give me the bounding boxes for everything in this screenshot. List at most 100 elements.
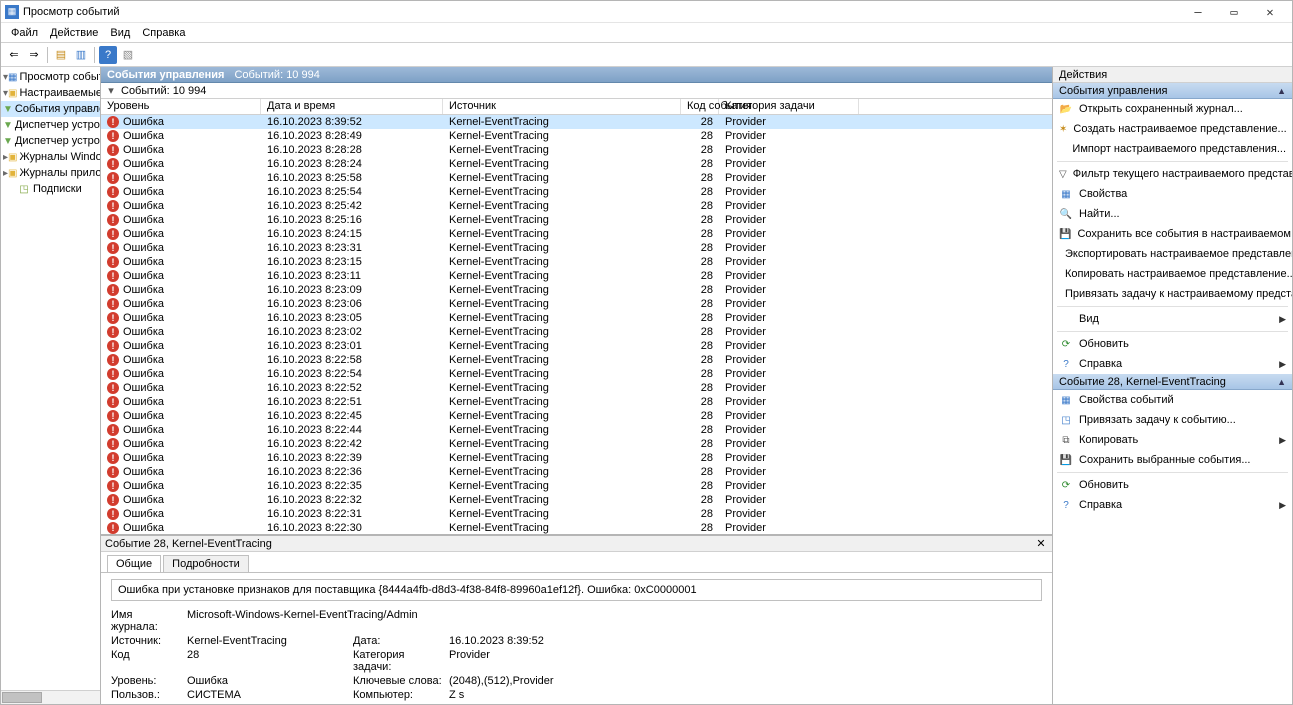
action-copy[interactable]: ⧉Копировать▶ — [1053, 430, 1292, 450]
error-icon: ! — [107, 452, 119, 464]
action-properties[interactable]: ▦Свойства — [1053, 184, 1292, 204]
action-refresh[interactable]: ⟳Обновить — [1053, 334, 1292, 354]
event-row[interactable]: !Ошибка16.10.2023 8:22:58Kernel-EventTra… — [101, 353, 1052, 367]
event-list-header[interactable]: Уровень Дата и время Источник Код событи… — [101, 99, 1052, 115]
tab-details[interactable]: Подробности — [163, 555, 249, 572]
action-help[interactable]: ?Справка▶ — [1053, 354, 1292, 374]
help-button[interactable]: ? — [99, 46, 117, 64]
collapse-icon[interactable]: ▲ — [1277, 377, 1286, 387]
error-icon: ! — [107, 144, 119, 156]
action-view-submenu[interactable]: Вид▶ — [1053, 309, 1292, 329]
error-icon: ! — [107, 466, 119, 478]
tree-windows-logs[interactable]: ▸▣Журналы Windows — [1, 149, 100, 165]
action-export-custom-view[interactable]: Экспортировать настраиваемое представлен… — [1053, 244, 1292, 264]
toolbar-separator — [94, 47, 95, 63]
event-row[interactable]: !Ошибка16.10.2023 8:22:31Kernel-EventTra… — [101, 507, 1052, 521]
action-filter-current[interactable]: ▽Фильтр текущего настраиваемого представ… — [1053, 164, 1292, 184]
tree-device-mgr1[interactable]: ▼Диспетчер устройств - — [1, 117, 100, 133]
event-row[interactable]: !Ошибка16.10.2023 8:23:31Kernel-EventTra… — [101, 241, 1052, 255]
event-row[interactable]: !Ошибка16.10.2023 8:28:24Kernel-EventTra… — [101, 157, 1052, 171]
event-row[interactable]: !Ошибка16.10.2023 8:22:44Kernel-EventTra… — [101, 423, 1052, 437]
v-level: Ошибка — [187, 675, 347, 687]
event-row[interactable]: !Ошибка16.10.2023 8:23:02Kernel-EventTra… — [101, 325, 1052, 339]
event-row[interactable]: !Ошибка16.10.2023 8:28:28Kernel-EventTra… — [101, 143, 1052, 157]
action-open-saved-log[interactable]: 📂Открыть сохраненный журнал... — [1053, 99, 1292, 119]
action-label: Импорт настраиваемого представления... — [1072, 143, 1286, 155]
action-help-event[interactable]: ?Справка▶ — [1053, 495, 1292, 515]
event-message: Ошибка при установке признаков для поста… — [111, 579, 1042, 601]
col-level[interactable]: Уровень — [101, 99, 261, 114]
event-row[interactable]: !Ошибка16.10.2023 8:25:58Kernel-EventTra… — [101, 171, 1052, 185]
close-button[interactable]: ✕ — [1252, 1, 1288, 23]
event-row[interactable]: !Ошибка16.10.2023 8:25:54Kernel-EventTra… — [101, 185, 1052, 199]
event-row[interactable]: !Ошибка16.10.2023 8:23:05Kernel-EventTra… — [101, 311, 1052, 325]
menu-view[interactable]: Вид — [104, 25, 136, 41]
submenu-arrow-icon: ▶ — [1279, 314, 1286, 325]
detail-close-button[interactable]: ✕ — [1034, 537, 1048, 551]
minimize-button[interactable]: — — [1180, 1, 1216, 23]
show-tree-button[interactable]: ▤ — [52, 46, 70, 64]
col-category[interactable]: Категория задачи — [719, 99, 859, 114]
action-import-custom-view[interactable]: Импорт настраиваемого представления... — [1053, 139, 1292, 159]
col-date[interactable]: Дата и время — [261, 99, 443, 114]
action-save-selected[interactable]: 💾Сохранить выбранные события... — [1053, 450, 1292, 470]
tree-device-mgr2[interactable]: ▼Диспетчер устройств - — [1, 133, 100, 149]
maximize-button[interactable]: ▭ — [1216, 1, 1252, 23]
tree-app-logs[interactable]: ▸▣Журналы приложений и сл — [1, 165, 100, 181]
event-row[interactable]: !Ошибка16.10.2023 8:23:06Kernel-EventTra… — [101, 297, 1052, 311]
event-row[interactable]: !Ошибка16.10.2023 8:22:51Kernel-EventTra… — [101, 395, 1052, 409]
action-save-all-events[interactable]: 💾Сохранить все события в настраиваемом п… — [1053, 224, 1292, 244]
event-row[interactable]: !Ошибка16.10.2023 8:23:15Kernel-EventTra… — [101, 255, 1052, 269]
tab-general[interactable]: Общие — [107, 555, 161, 572]
event-row[interactable]: !Ошибка16.10.2023 8:22:32Kernel-EventTra… — [101, 493, 1052, 507]
action-event-properties[interactable]: ▦Свойства событий — [1053, 390, 1292, 410]
tree-admin-events[interactable]: ▼События управления — [1, 101, 100, 117]
action-refresh-event[interactable]: ⟳Обновить — [1053, 475, 1292, 495]
action-create-custom-view[interactable]: ✶Создать настраиваемое представление... — [1053, 119, 1292, 139]
action-attach-task-event[interactable]: ◳Привязать задачу к событию... — [1053, 410, 1292, 430]
event-row[interactable]: !Ошибка16.10.2023 8:22:30Kernel-EventTra… — [101, 521, 1052, 534]
tree-hscrollbar[interactable] — [1, 690, 100, 704]
col-code[interactable]: Код события — [681, 99, 719, 114]
tree-root[interactable]: ▾▦Просмотр событий (Локаль — [1, 69, 100, 85]
nav-fwd-button[interactable]: ⇒ — [25, 46, 43, 64]
menu-action[interactable]: Действие — [44, 25, 104, 41]
event-row[interactable]: !Ошибка16.10.2023 8:22:35Kernel-EventTra… — [101, 479, 1052, 493]
tree-custom-views[interactable]: ▾▣Настраиваемые представ — [1, 85, 100, 101]
action-find[interactable]: 🔍Найти... — [1053, 204, 1292, 224]
event-row[interactable]: !Ошибка16.10.2023 8:39:52Kernel-EventTra… — [101, 115, 1052, 129]
event-row[interactable]: !Ошибка16.10.2023 8:23:11Kernel-EventTra… — [101, 269, 1052, 283]
event-list[interactable]: !Ошибка16.10.2023 8:39:52Kernel-EventTra… — [101, 115, 1052, 534]
action-attach-task-view[interactable]: Привязать задачу к настраиваемому предст… — [1053, 284, 1292, 304]
menu-file[interactable]: Файл — [5, 25, 44, 41]
event-row[interactable]: !Ошибка16.10.2023 8:22:36Kernel-EventTra… — [101, 465, 1052, 479]
event-row[interactable]: !Ошибка16.10.2023 8:24:15Kernel-EventTra… — [101, 227, 1052, 241]
action-copy-custom-view[interactable]: Копировать настраиваемое представление..… — [1053, 264, 1292, 284]
title-bar: ▦ Просмотр событий — ▭ ✕ — [1, 1, 1292, 23]
tree-subscriptions[interactable]: ◳Подписки — [1, 181, 100, 197]
props-button[interactable]: ▥ — [72, 46, 90, 64]
toolbar: ⇐ ⇒ ▤ ▥ ? ▧ — [1, 43, 1292, 67]
nav-back-button[interactable]: ⇐ — [5, 46, 23, 64]
toolbar-separator — [47, 47, 48, 63]
toolbar-extra-button[interactable]: ▧ — [119, 46, 137, 64]
event-row[interactable]: !Ошибка16.10.2023 8:23:01Kernel-EventTra… — [101, 339, 1052, 353]
k-date: Дата: — [353, 635, 443, 647]
event-row[interactable]: !Ошибка16.10.2023 8:25:16Kernel-EventTra… — [101, 213, 1052, 227]
col-source[interactable]: Источник — [443, 99, 681, 114]
event-row[interactable]: !Ошибка16.10.2023 8:22:45Kernel-EventTra… — [101, 409, 1052, 423]
event-row[interactable]: !Ошибка16.10.2023 8:22:42Kernel-EventTra… — [101, 437, 1052, 451]
submenu-arrow-icon: ▶ — [1279, 435, 1286, 446]
action-label: Открыть сохраненный журнал... — [1079, 103, 1243, 115]
event-row[interactable]: !Ошибка16.10.2023 8:22:39Kernel-EventTra… — [101, 451, 1052, 465]
navigation-tree[interactable]: ▾▦Просмотр событий (Локаль ▾▣Настраиваем… — [1, 67, 101, 704]
event-row[interactable]: !Ошибка16.10.2023 8:22:52Kernel-EventTra… — [101, 381, 1052, 395]
event-row[interactable]: !Ошибка16.10.2023 8:22:54Kernel-EventTra… — [101, 367, 1052, 381]
event-row[interactable]: !Ошибка16.10.2023 8:23:09Kernel-EventTra… — [101, 283, 1052, 297]
error-icon: ! — [107, 522, 119, 534]
error-icon: ! — [107, 424, 119, 436]
event-row[interactable]: !Ошибка16.10.2023 8:25:42Kernel-EventTra… — [101, 199, 1052, 213]
event-row[interactable]: !Ошибка16.10.2023 8:28:49Kernel-EventTra… — [101, 129, 1052, 143]
collapse-icon[interactable]: ▲ — [1277, 86, 1286, 96]
menu-help[interactable]: Справка — [136, 25, 191, 41]
